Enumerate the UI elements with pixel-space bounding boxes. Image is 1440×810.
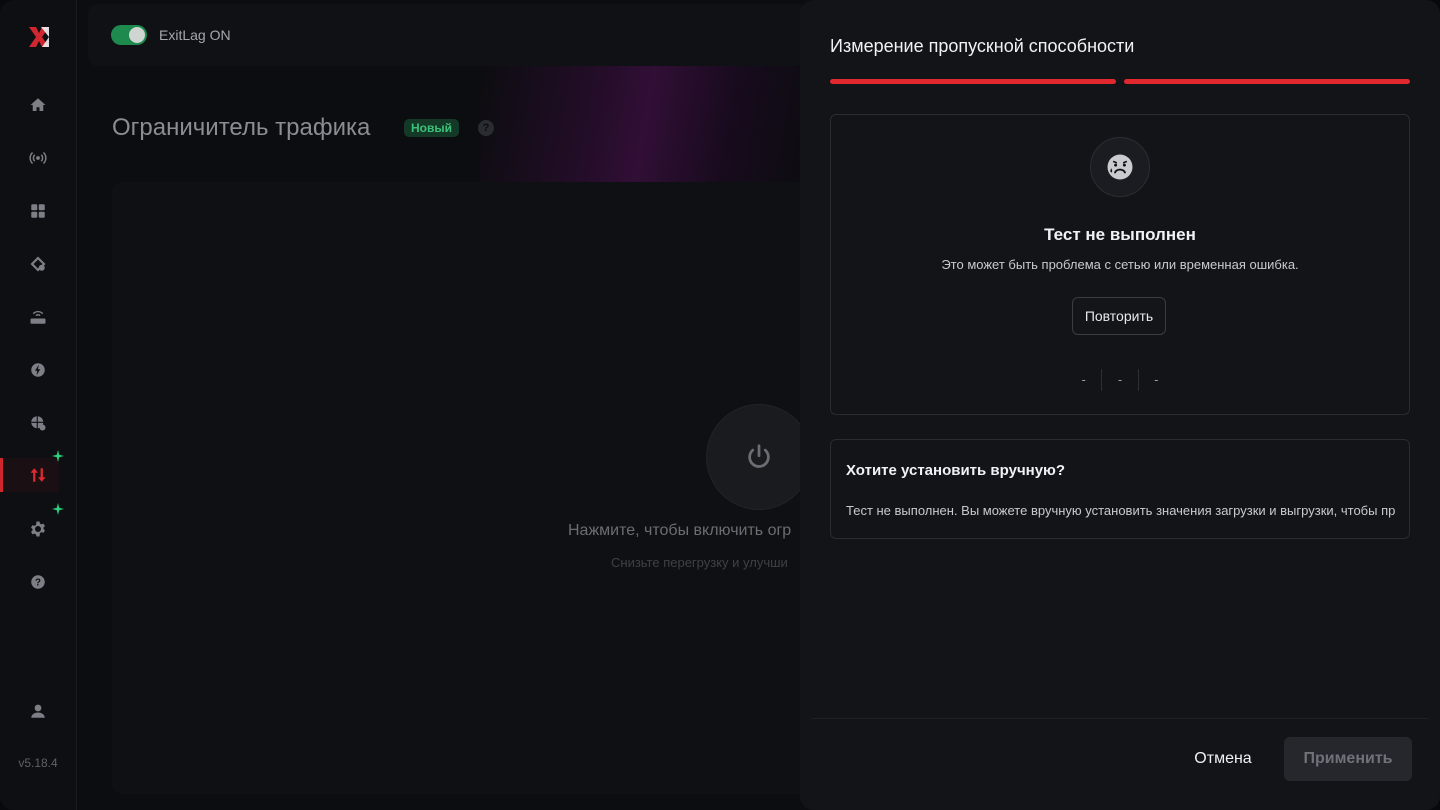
network-icon[interactable] bbox=[26, 252, 50, 276]
broadcast-icon[interactable] bbox=[26, 146, 50, 170]
top-bar: ExitLag ON bbox=[88, 4, 808, 66]
test-failed-subtitle: Это может быть проблема с сетью или врем… bbox=[941, 257, 1299, 272]
metric-value: - bbox=[1137, 369, 1174, 391]
metric-value: - bbox=[1101, 369, 1137, 391]
retry-button[interactable]: Повторить bbox=[1072, 297, 1166, 335]
exitlag-toggle[interactable] bbox=[111, 25, 147, 45]
metric-value: - bbox=[1081, 372, 1086, 387]
page-title: Ограничитель трафика bbox=[112, 114, 371, 141]
cancel-button[interactable]: Отмена bbox=[1178, 737, 1268, 781]
new-badge: Новый bbox=[404, 119, 459, 137]
app-version: v5.18.4 bbox=[18, 756, 58, 770]
grid-icon[interactable] bbox=[26, 199, 50, 223]
sparkle-icon bbox=[52, 450, 64, 462]
enable-subhint: Снизьте перегрузку и улучши bbox=[611, 555, 788, 570]
enable-hint: Нажмите, чтобы включить огр bbox=[568, 522, 792, 539]
metrics-row: - - - bbox=[1066, 369, 1174, 391]
progress-step-2 bbox=[1124, 79, 1410, 84]
footer-divider bbox=[812, 718, 1428, 719]
traffic-arrows-icon[interactable] bbox=[26, 463, 50, 487]
user-icon[interactable] bbox=[26, 699, 50, 723]
progress-step-1 bbox=[830, 79, 1116, 84]
bandwidth-test-panel: Измерение пропускной способности Тест не… bbox=[800, 0, 1440, 810]
apply-button[interactable]: Применить bbox=[1284, 737, 1412, 781]
sidebar: ? v5.18.4 bbox=[0, 0, 77, 810]
manual-setup-text: Тест не выполнен. Вы можете вручную уста… bbox=[846, 503, 1396, 518]
test-failed-title: Тест не выполнен bbox=[1044, 225, 1196, 244]
router-icon[interactable] bbox=[26, 305, 50, 329]
sparkle-icon bbox=[52, 503, 64, 515]
header-banner-image bbox=[480, 66, 810, 186]
power-button[interactable] bbox=[706, 404, 812, 510]
manual-setup-title: Хотите установить вручную? bbox=[846, 462, 1066, 479]
app-window: ? v5.18.4 ExitLag ON Ограничитель трафик… bbox=[0, 0, 1440, 810]
power-icon bbox=[748, 444, 770, 468]
help-icon[interactable]: ? bbox=[26, 570, 50, 594]
exitlag-logo bbox=[29, 27, 49, 47]
test-result-box: Тест не выполнен Это может быть проблема… bbox=[830, 114, 1410, 415]
panel-title: Измерение пропускной способности bbox=[830, 36, 1135, 56]
gear-icon[interactable] bbox=[26, 517, 50, 541]
globe-icon[interactable] bbox=[26, 411, 50, 435]
manual-setup-box[interactable]: Хотите установить вручную? Тест не выпол… bbox=[830, 439, 1410, 539]
home-icon[interactable] bbox=[26, 93, 50, 117]
bolt-icon[interactable] bbox=[26, 358, 50, 382]
exitlag-toggle-label: ExitLag ON bbox=[159, 27, 231, 43]
svg-text:?: ? bbox=[35, 577, 41, 588]
help-icon[interactable]: ? bbox=[478, 120, 494, 136]
sad-face-icon bbox=[1090, 137, 1150, 197]
